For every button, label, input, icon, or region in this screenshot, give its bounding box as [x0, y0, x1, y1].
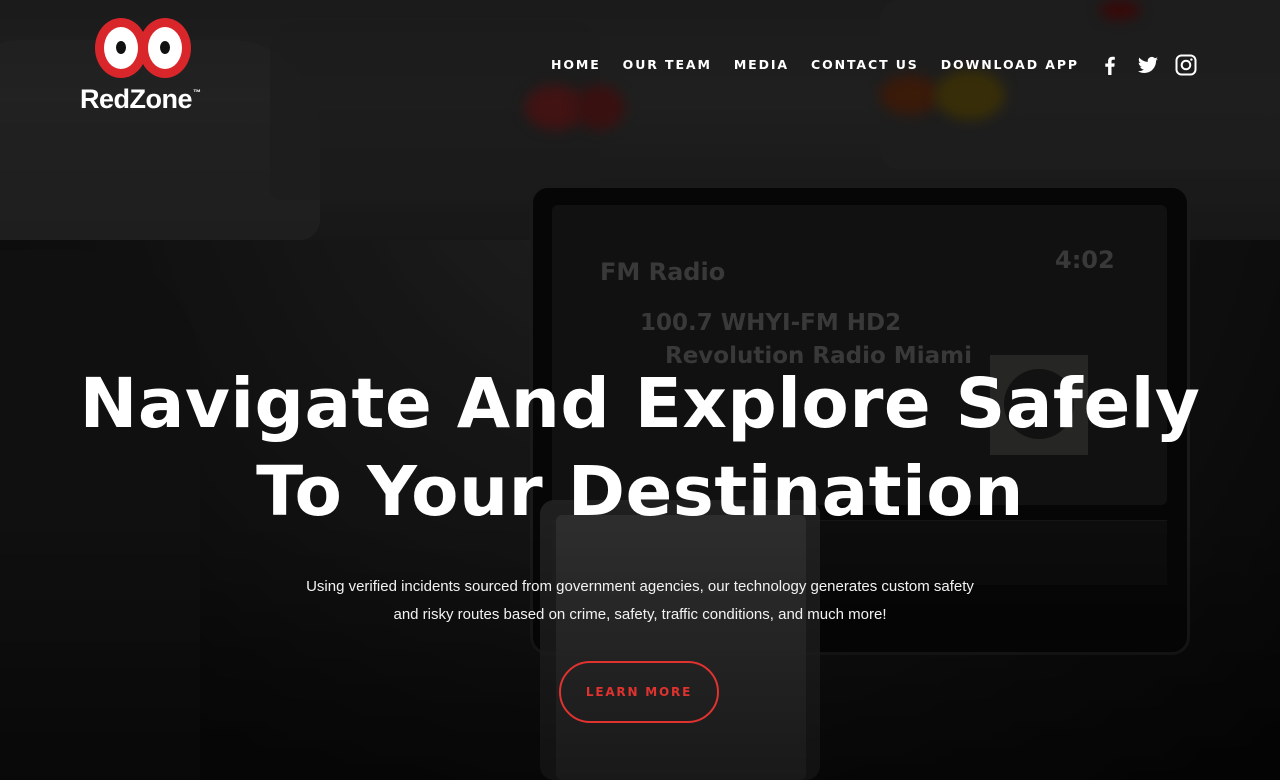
hero-subtitle-line: Using verified incidents sourced from go… [306, 578, 974, 595]
twitter-icon[interactable] [1136, 53, 1160, 77]
hero-title-line: To Your Destination [256, 452, 1024, 532]
logo-eyes-icon [95, 18, 191, 80]
logo-trademark: ™ [193, 88, 201, 97]
logo-name: RedZone [80, 84, 193, 114]
main-nav: HOME OUR TEAM MEDIA CONTACT US DOWNLOAD … [551, 57, 1101, 72]
nav-our-team[interactable]: OUR TEAM [623, 57, 712, 72]
facebook-icon[interactable] [1098, 53, 1122, 77]
nav-media[interactable]: MEDIA [734, 57, 789, 72]
learn-more-button[interactable]: LEARN MORE [559, 661, 719, 723]
instagram-icon[interactable] [1174, 53, 1198, 77]
hero-subtitle-line: and risky routes based on crime, safety,… [393, 606, 887, 623]
social-links [1098, 53, 1198, 77]
nav-home[interactable]: HOME [551, 57, 601, 72]
hero-title-line: Navigate And Explore Safely [79, 364, 1201, 444]
nav-download-app[interactable]: DOWNLOAD APP [941, 57, 1079, 72]
logo-wordmark: RedZone™ [80, 84, 201, 115]
nav-contact-us[interactable]: CONTACT US [811, 57, 919, 72]
hero-subtitle: Using verified incidents sourced from go… [0, 573, 1280, 629]
brand-logo[interactable]: RedZone™ [80, 18, 210, 118]
logo-eye-right [139, 18, 191, 78]
hero-title: Navigate And Explore Safely To Your Dest… [0, 360, 1280, 536]
